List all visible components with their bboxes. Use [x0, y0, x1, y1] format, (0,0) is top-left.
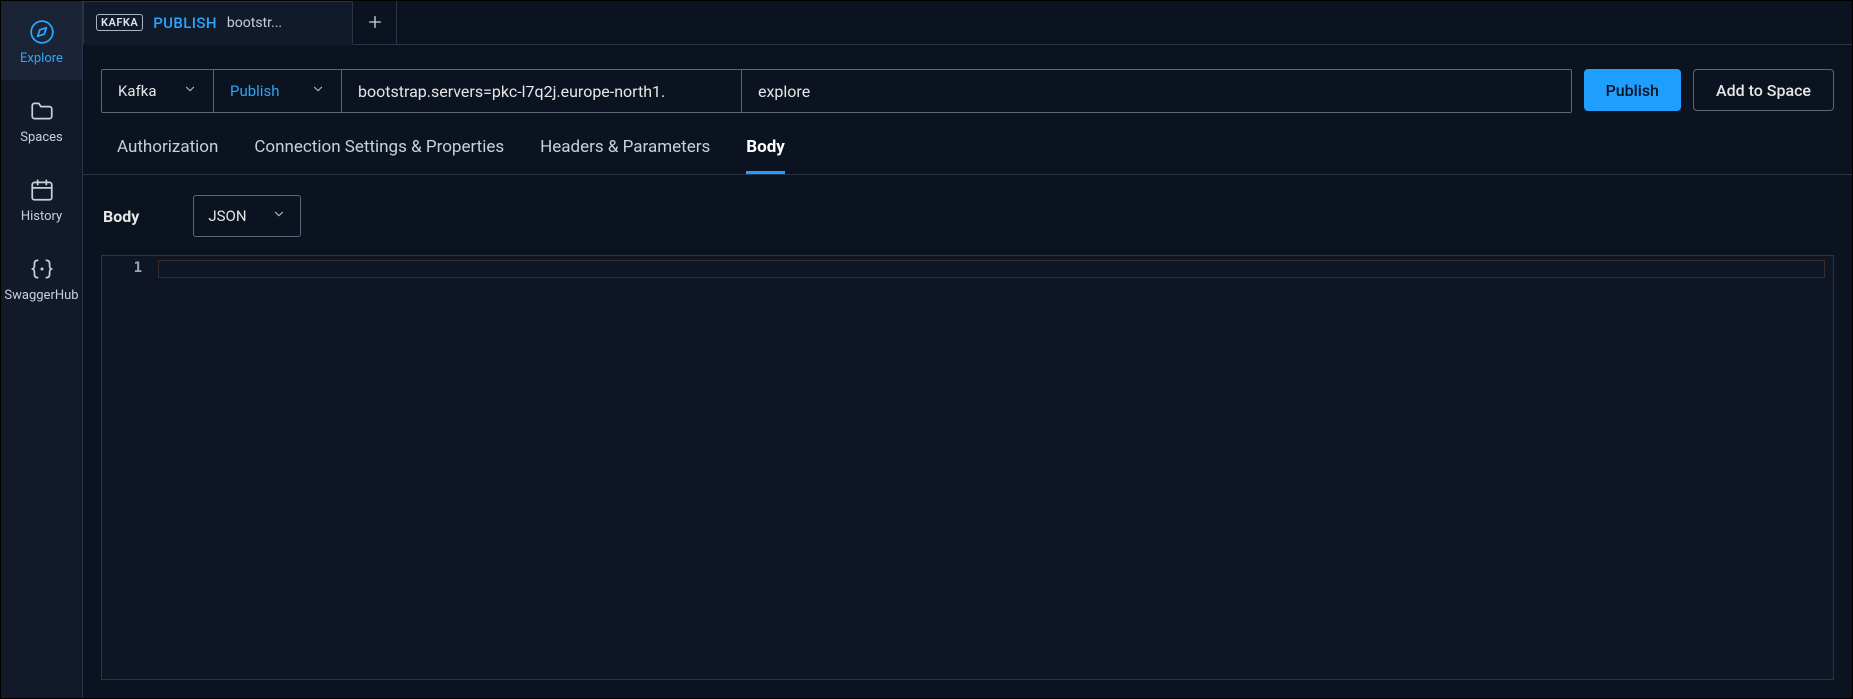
sidebar-item-label: Spaces [20, 130, 63, 145]
server-input[interactable] [358, 82, 725, 101]
add-to-space-button[interactable]: Add to Space [1693, 69, 1834, 111]
editor-line[interactable] [158, 260, 1825, 278]
sidebar-item-explore[interactable]: Explore [1, 1, 82, 80]
request-tab[interactable]: KAFKA PUBLISH bootstr... [83, 1, 353, 45]
publish-button[interactable]: Publish [1584, 69, 1681, 111]
tab-connection-settings[interactable]: Connection Settings & Properties [254, 137, 504, 174]
sidebar-item-swaggerhub[interactable]: SwaggerHub [1, 238, 82, 317]
editor-gutter: 1 [102, 256, 152, 679]
body-header: Body JSON [101, 195, 1834, 237]
protocol-select[interactable]: Kafka [102, 70, 214, 112]
tab-protocol-badge: KAFKA [96, 14, 143, 31]
tab-name-label: bootstr... [227, 15, 282, 31]
body-format-label: JSON [208, 207, 246, 225]
protocol-label: Kafka [118, 82, 157, 100]
sidebar-item-label: Explore [20, 51, 63, 66]
line-number: 1 [102, 260, 142, 276]
topic-input[interactable] [758, 82, 1555, 101]
main-area: KAFKA PUBLISH bootstr... Kafka [83, 1, 1852, 698]
braces-icon [29, 256, 55, 282]
chevron-down-icon [311, 82, 325, 100]
body-title-label: Body [103, 207, 139, 226]
left-sidebar: Explore Spaces History SwaggerHub [1, 1, 83, 698]
calendar-icon [29, 177, 55, 203]
body-format-select[interactable]: JSON [193, 195, 301, 237]
tab-headers-parameters[interactable]: Headers & Parameters [540, 137, 710, 174]
tab-method-label: PUBLISH [153, 14, 217, 32]
operation-select[interactable]: Publish [214, 70, 342, 112]
request-url-row: Kafka Publish Publish [83, 45, 1852, 113]
app-root: Explore Spaces History SwaggerHub KAFKA [0, 0, 1853, 699]
request-url-bar: Kafka Publish [101, 69, 1572, 113]
folder-icon [29, 98, 55, 124]
request-section-tabs: Authorization Connection Settings & Prop… [83, 113, 1852, 175]
body-section: Body JSON 1 [83, 175, 1852, 698]
tab-body[interactable]: Body [746, 137, 785, 174]
chevron-down-icon [272, 207, 286, 225]
sidebar-item-label: History [21, 209, 62, 224]
compass-icon [29, 19, 55, 45]
plus-icon [367, 11, 383, 35]
editor-content[interactable] [152, 256, 1833, 679]
topic-input-wrapper [742, 70, 1571, 112]
sidebar-item-label: SwaggerHub [4, 288, 78, 303]
tab-authorization[interactable]: Authorization [117, 137, 218, 174]
tab-bar: KAFKA PUBLISH bootstr... [83, 1, 1852, 45]
chevron-down-icon [183, 82, 197, 100]
add-tab-button[interactable] [353, 1, 397, 44]
body-editor[interactable]: 1 [101, 255, 1834, 680]
sidebar-item-spaces[interactable]: Spaces [1, 80, 82, 159]
operation-label: Publish [230, 82, 279, 100]
sidebar-item-history[interactable]: History [1, 159, 82, 238]
server-input-wrapper [342, 70, 742, 112]
